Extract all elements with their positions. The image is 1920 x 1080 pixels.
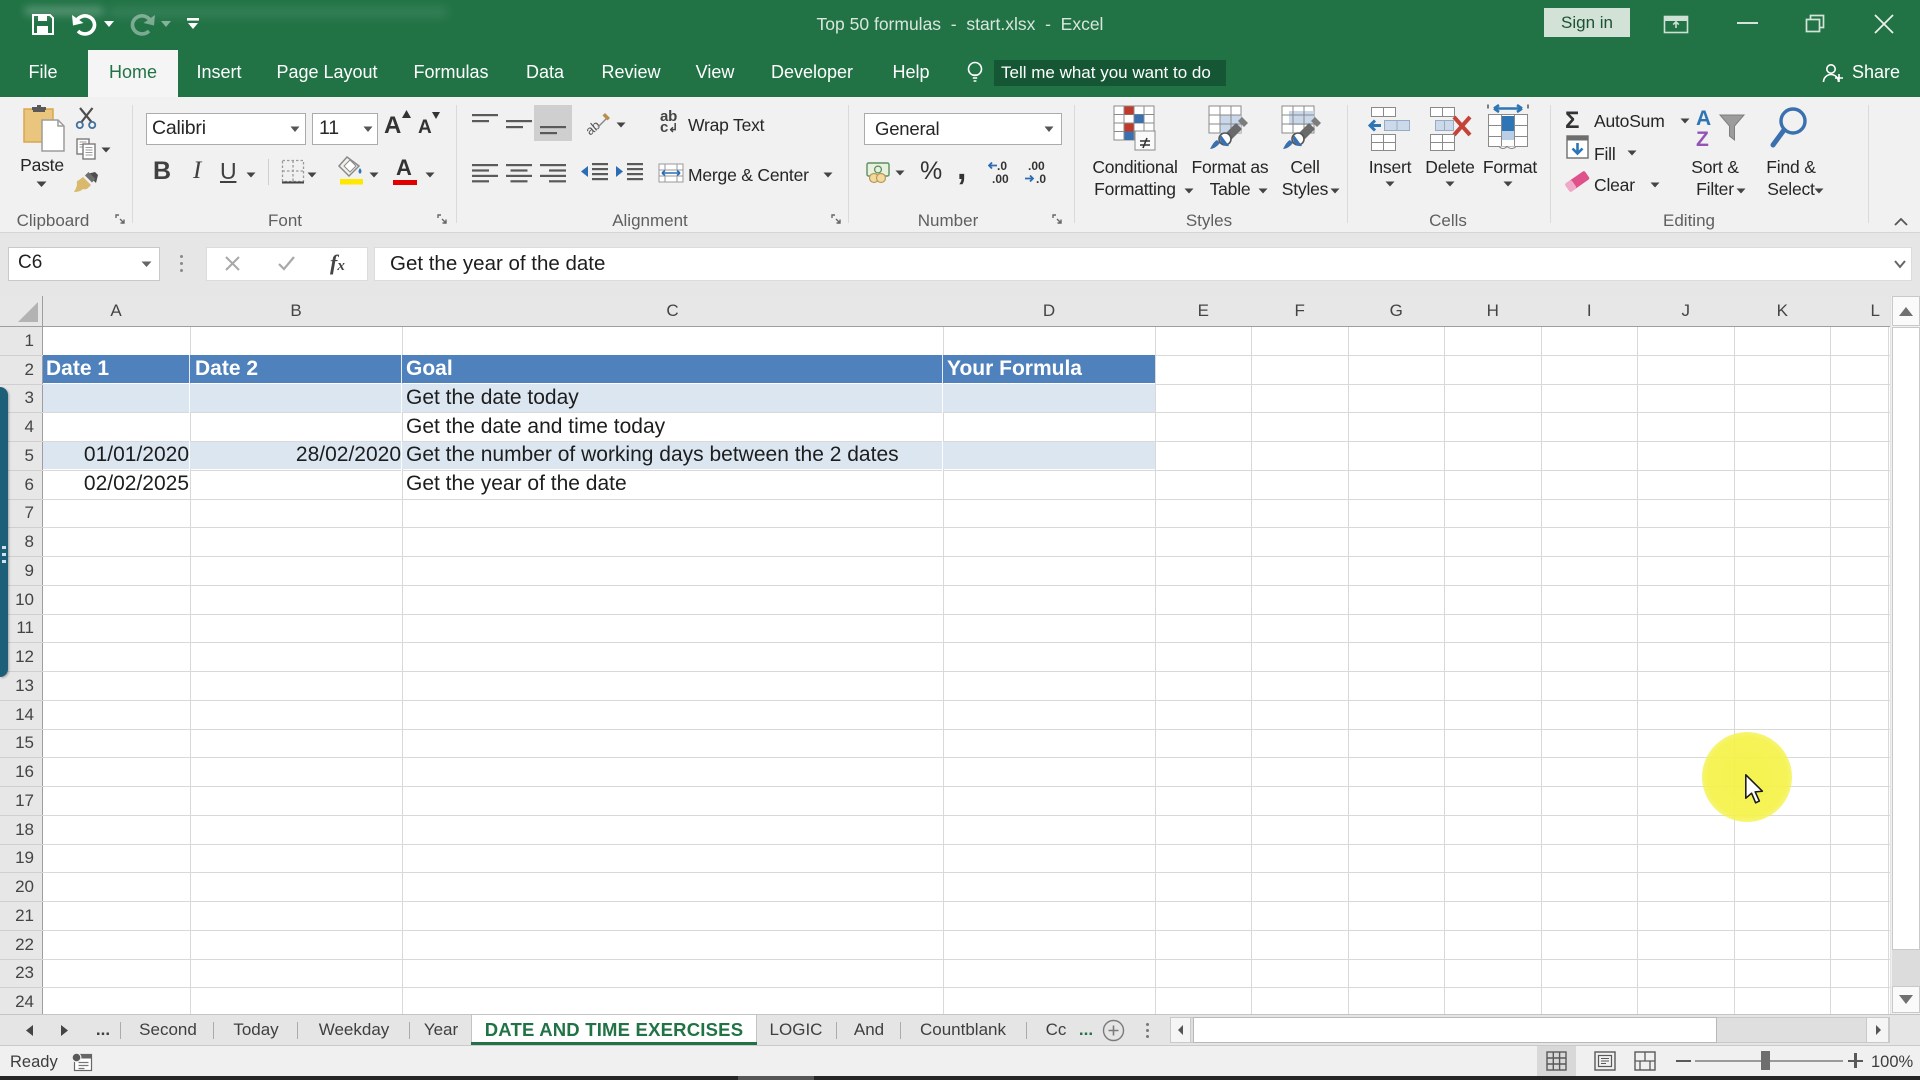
svg-text:.0: .0 (1036, 172, 1046, 185)
svg-text:.00: .00 (1028, 159, 1045, 173)
svg-text:.00: .00 (992, 172, 1009, 185)
svg-text:A: A (1696, 107, 1711, 130)
svg-text:.0: .0 (997, 159, 1007, 173)
svg-text:ab: ab (584, 117, 603, 137)
svg-text:Z: Z (1696, 128, 1709, 151)
